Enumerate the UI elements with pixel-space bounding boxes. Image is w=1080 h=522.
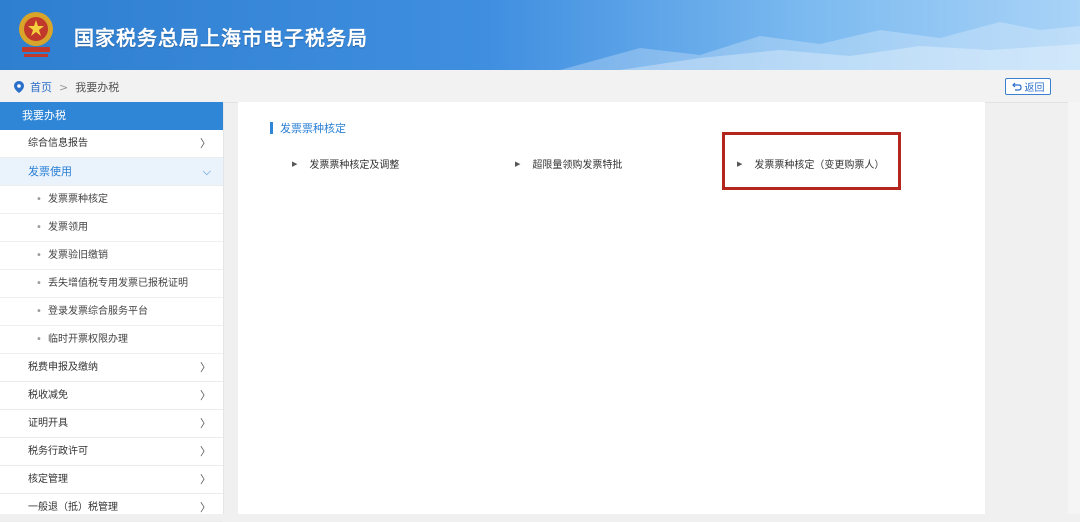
sidebar-subitem-invoice-service-platform[interactable]: • 登录发票综合服务平台 <box>0 298 223 326</box>
breadcrumb-bar: 首页 > 我要办税 返回 <box>0 70 1080 103</box>
chevron-right-icon: 〉 <box>200 417 211 430</box>
sidebar-subitem-label: 丢失增值税专用发票已报税证明 <box>48 278 188 289</box>
chevron-right-icon: 〉 <box>200 445 211 458</box>
chevron-right-icon: 〉 <box>200 501 211 514</box>
sidebar-subitem-label: 登录发票综合服务平台 <box>48 306 148 317</box>
sidebar-item-label: 证明开具 <box>28 418 68 429</box>
bullet-icon: • <box>36 278 42 289</box>
link-over-limit-invoice-approval[interactable]: ▶ 超限量领购发票特批 <box>515 156 623 172</box>
breadcrumb-home-link[interactable]: 首页 <box>30 79 52 95</box>
sidebar-item-label: 综合信息报告 <box>28 138 88 149</box>
sidebar-item-label: 一般退（抵）税管理 <box>28 502 118 513</box>
sidebar-item-administrative-permit[interactable]: 税务行政许可 〉 <box>0 438 223 466</box>
chevron-down-icon: ⌵ <box>202 165 211 178</box>
chevron-right-icon: 〉 <box>200 361 211 374</box>
sidebar-item-label: 发票使用 <box>28 165 72 178</box>
bullet-icon: • <box>36 194 42 205</box>
breadcrumb-separator: > <box>59 80 69 94</box>
location-pin-icon <box>14 81 24 93</box>
chevron-right-icon: 〉 <box>200 389 211 402</box>
chevron-right-icon: 〉 <box>200 473 211 486</box>
chevron-right-icon: 〉 <box>200 137 211 150</box>
sidebar-item-label: 税务行政许可 <box>28 446 88 457</box>
sidebar-subitem-label: 临时开票权限办理 <box>48 334 128 345</box>
sidebar-heading[interactable]: 我要办税 <box>0 102 223 130</box>
sidebar-subitem-label: 发票领用 <box>48 222 88 233</box>
main-panel: 发票票种核定 ▶ 发票票种核定及调整 ▶ 超限量领购发票特批 ▶ 发票票种核定（… <box>238 102 985 514</box>
sidebar-item-tax-declaration-payment[interactable]: 税费申报及缴纳 〉 <box>0 354 223 382</box>
sidebar-item-invoice-usage[interactable]: 发票使用 ⌵ <box>0 158 223 186</box>
bullet-icon: • <box>36 222 42 233</box>
sidebar-subitem-label: 发票验旧缴销 <box>48 250 108 261</box>
back-button[interactable]: 返回 <box>1005 78 1051 95</box>
site-header: 国家税务总局上海市电子税务局 <box>0 0 1080 70</box>
sidebar-item-verification-management[interactable]: 核定管理 〉 <box>0 466 223 494</box>
title-accent-bar <box>270 122 273 134</box>
sidebar-subitem-temporary-invoicing-permission[interactable]: • 临时开票权限办理 <box>0 326 223 354</box>
bullet-icon: • <box>36 250 42 261</box>
site-title: 国家税务总局上海市电子税务局 <box>74 26 368 50</box>
triangle-right-icon: ▶ <box>515 159 521 168</box>
tax-emblem-icon <box>19 12 53 57</box>
sidebar-item-tax-reduction[interactable]: 税收减免 〉 <box>0 382 223 410</box>
sidebar-subitem-invoice-verification-cancel[interactable]: • 发票验旧缴销 <box>0 242 223 270</box>
link-label: 发票票种核定及调整 <box>309 160 400 171</box>
section-title-text: 发票票种核定 <box>280 122 346 135</box>
triangle-right-icon: ▶ <box>292 159 298 168</box>
sidebar-subitem-invoice-collection[interactable]: • 发票领用 <box>0 214 223 242</box>
sidebar-subitem-lost-vat-invoice-proof[interactable]: • 丢失增值税专用发票已报税证明 <box>0 270 223 298</box>
page-scrollbar[interactable] <box>1068 102 1080 514</box>
sidebar-item-comprehensive-info-report[interactable]: 综合信息报告 〉 <box>0 130 223 158</box>
sidebar-subitem-invoice-type-approval[interactable]: • 发票票种核定 <box>0 186 223 214</box>
return-arrow-icon <box>1011 82 1022 91</box>
back-button-label: 返回 <box>1024 83 1045 94</box>
section-title: 发票票种核定 <box>270 120 346 136</box>
sidebar-item-label: 税费申报及缴纳 <box>28 362 98 373</box>
breadcrumb: 首页 > 我要办税 <box>14 79 119 95</box>
sidebar: 我要办税 综合信息报告 〉 发票使用 ⌵ • 发票票种核定 • 发票领用 • 发… <box>0 102 224 522</box>
sidebar-item-label: 核定管理 <box>28 474 68 485</box>
sidebar-item-certificate-issuance[interactable]: 证明开具 〉 <box>0 410 223 438</box>
sidebar-subitem-label: 发票票种核定 <box>48 194 108 205</box>
sidebar-item-general-refund-management[interactable]: 一般退（抵）税管理 〉 <box>0 494 223 522</box>
highlight-annotation-box <box>722 132 901 190</box>
breadcrumb-current: 我要办税 <box>75 81 120 94</box>
bullet-icon: • <box>36 334 42 345</box>
sidebar-item-label: 税收减免 <box>28 390 68 401</box>
link-label: 超限量领购发票特批 <box>532 160 623 171</box>
link-invoice-type-approval-adjust[interactable]: ▶ 发票票种核定及调整 <box>292 156 400 172</box>
bullet-icon: • <box>36 306 42 317</box>
